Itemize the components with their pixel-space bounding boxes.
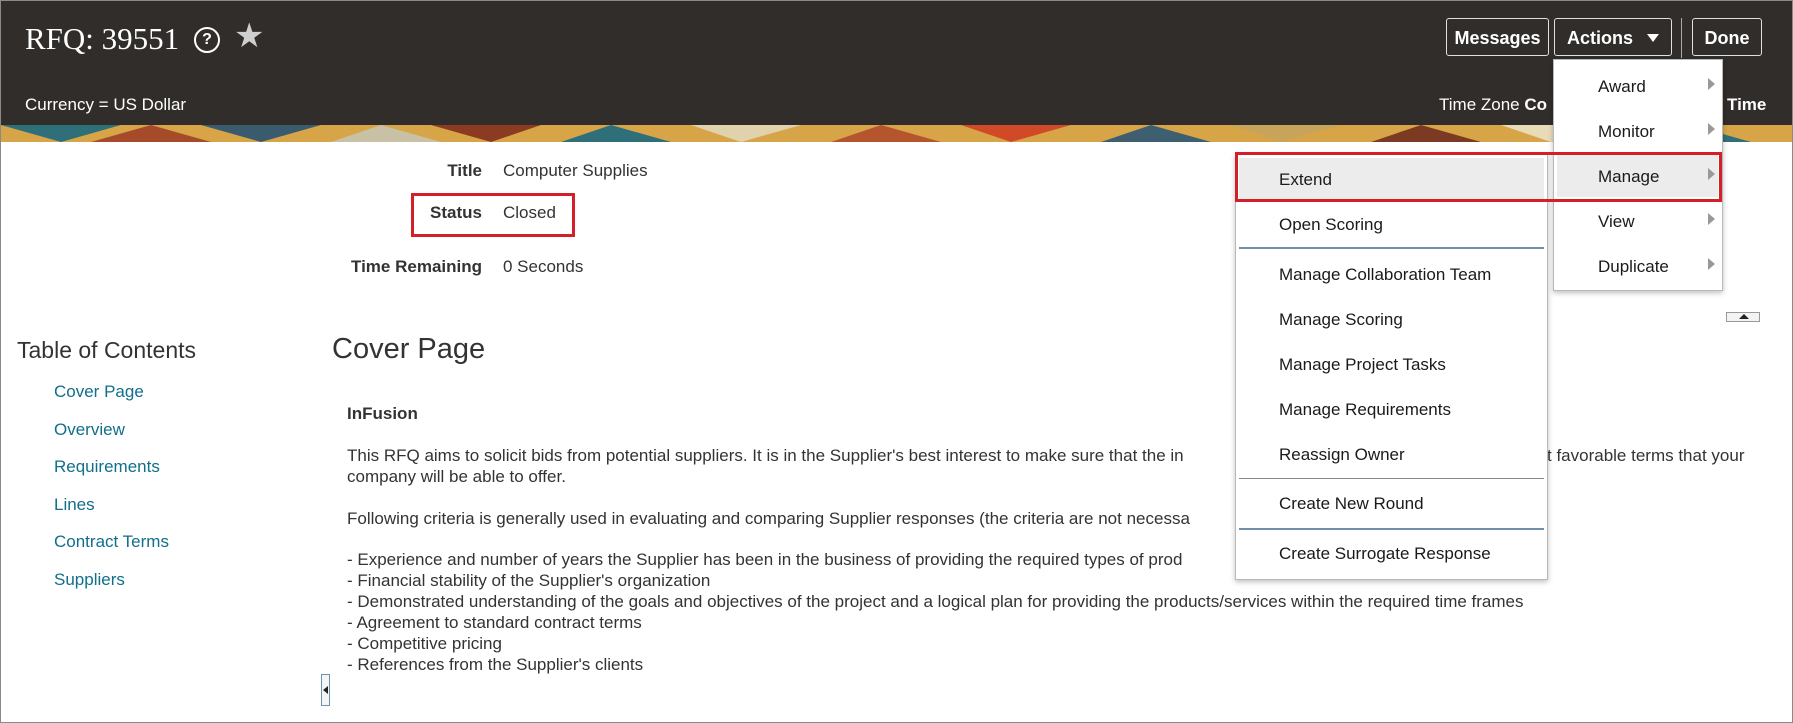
- menu-item-award[interactable]: Award: [1598, 77, 1646, 97]
- currency-label: Currency = US Dollar: [25, 95, 187, 114]
- title-value: Computer Supplies: [503, 161, 648, 180]
- time-zone-end: Time: [1727, 95, 1767, 114]
- status-value: Closed: [503, 203, 556, 222]
- menu-item-reassign-owner[interactable]: Reassign Owner: [1279, 445, 1405, 465]
- scroll-up-icon[interactable]: [1726, 312, 1760, 322]
- done-button[interactable]: Done: [1692, 18, 1762, 56]
- criteria-intro: Following criteria is generally used in …: [347, 509, 1190, 528]
- cover-page-heading: Cover Page: [332, 333, 486, 365]
- time-remaining-label: Time Remaining: [351, 257, 482, 276]
- actions-button-label: Actions: [1567, 28, 1634, 48]
- menu-separator: [1239, 528, 1544, 530]
- toc-link-lines[interactable]: Lines: [54, 495, 95, 515]
- menu-separator: [1239, 247, 1544, 249]
- criteria-bullet: - Demonstrated understanding of the goal…: [347, 592, 1524, 611]
- menu-item-manage-collaboration-team[interactable]: Manage Collaboration Team: [1279, 265, 1491, 285]
- manage-extend-highlight-box: [1235, 152, 1722, 202]
- decorative-banner: [1, 125, 1792, 142]
- menu-item-create-new-round[interactable]: Create New Round: [1279, 494, 1424, 514]
- menu-separator: [1239, 478, 1544, 479]
- toc-heading: Table of Contents: [17, 337, 197, 363]
- actions-button[interactable]: Actions: [1554, 18, 1672, 56]
- messages-button[interactable]: Messages: [1446, 18, 1549, 56]
- criteria-bullet: - References from the Supplier's clients: [347, 655, 644, 674]
- menu-item-manage-scoring[interactable]: Manage Scoring: [1279, 310, 1403, 330]
- toc-link-suppliers[interactable]: Suppliers: [54, 570, 125, 590]
- title-label: Title: [447, 161, 482, 180]
- criteria-bullet: - Experience and number of years the Sup…: [347, 550, 1183, 569]
- time-zone-label: Time Zone Co: [1439, 95, 1548, 114]
- toc-link-overview[interactable]: Overview: [54, 420, 125, 440]
- chevron-down-icon: [1647, 34, 1659, 42]
- intro-line-1-end: t favorable terms that your: [1547, 446, 1745, 465]
- menu-item-manage-requirements[interactable]: Manage Requirements: [1279, 400, 1451, 420]
- toc-link-contract-terms[interactable]: Contract Terms: [54, 532, 169, 552]
- org-name: InFusion: [347, 404, 418, 423]
- submenu-arrow-icon: [1708, 78, 1715, 90]
- status-label: Status: [430, 203, 482, 222]
- menu-item-duplicate[interactable]: Duplicate: [1598, 257, 1669, 277]
- menu-item-monitor[interactable]: Monitor: [1598, 122, 1655, 142]
- criteria-bullet: - Agreement to standard contract terms: [347, 613, 642, 632]
- criteria-bullet: - Financial stability of the Supplier's …: [347, 571, 711, 590]
- help-icon[interactable]: ?: [194, 27, 220, 53]
- time-remaining-value: 0 Seconds: [503, 257, 584, 276]
- criteria-bullet: - Competitive pricing: [347, 634, 502, 653]
- submenu-arrow-icon: [1708, 123, 1715, 135]
- page-title: RFQ: 39551: [25, 21, 180, 56]
- toc-link-requirements[interactable]: Requirements: [54, 457, 160, 477]
- manage-submenu: Extend Open Scoring Manage Collaboration…: [1235, 153, 1548, 580]
- panel-collapse-handle[interactable]: [321, 674, 330, 706]
- page-header: RFQ: 39551 ? ★ Messages Actions Done Cur…: [1, 1, 1792, 125]
- submenu-arrow-icon: [1708, 258, 1715, 270]
- menu-item-manage-project-tasks[interactable]: Manage Project Tasks: [1279, 355, 1446, 375]
- toc-link-cover-page[interactable]: Cover Page: [54, 382, 144, 402]
- menu-item-create-surrogate-response[interactable]: Create Surrogate Response: [1279, 544, 1491, 564]
- favorite-star-icon[interactable]: ★: [234, 19, 264, 53]
- menu-item-view[interactable]: View: [1598, 212, 1635, 232]
- intro-line-2: company will be able to offer.: [347, 467, 566, 486]
- intro-line-1: This RFQ aims to solicit bids from poten…: [347, 446, 1184, 465]
- header-divider: [1681, 18, 1682, 58]
- submenu-arrow-icon: [1708, 213, 1715, 225]
- menu-item-open-scoring[interactable]: Open Scoring: [1279, 215, 1383, 235]
